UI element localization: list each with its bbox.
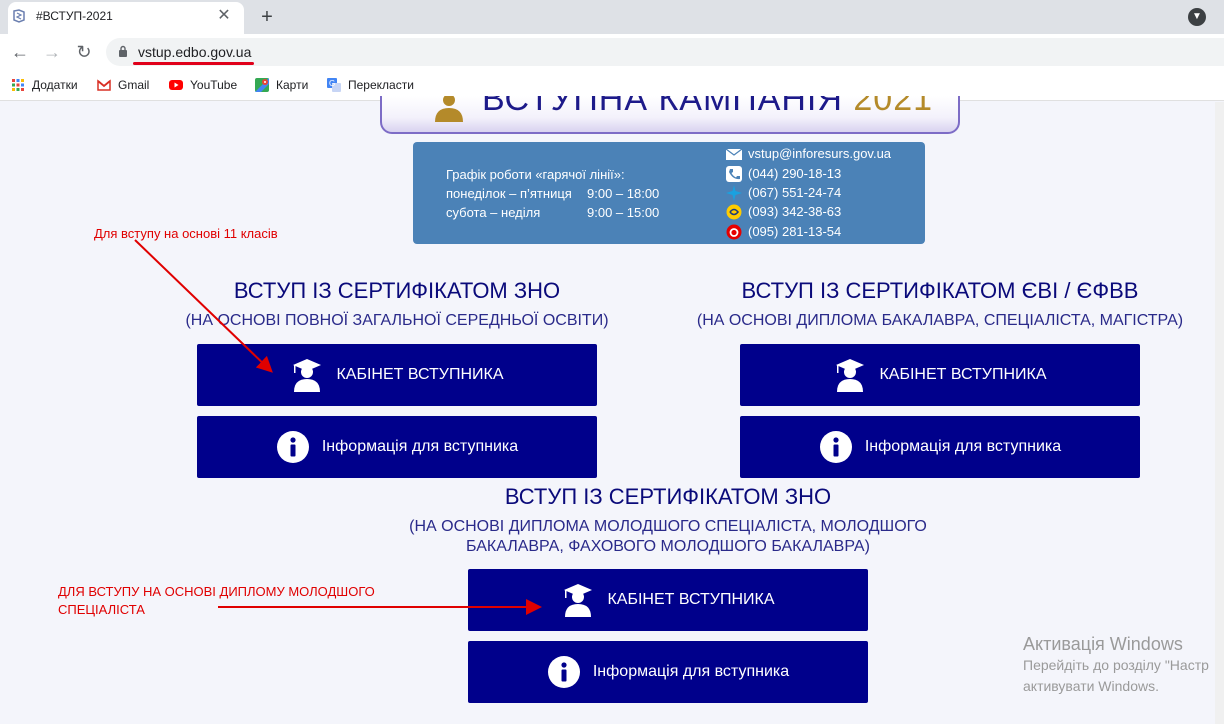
back-icon[interactable]: ← — [8, 40, 32, 64]
apps-grid-icon — [12, 79, 24, 91]
bookmark-label: Карти — [276, 78, 309, 92]
gmail-icon — [97, 79, 111, 91]
annotation-top: Для вступу на основі 11 класів — [94, 226, 278, 241]
section-heading: ВСТУП ІЗ СЕРТИФІКАТОМ ЄВІ / ЄФВВ — [741, 278, 1139, 303]
contact-phone[interactable]: (044) 290-18-13 — [748, 166, 841, 181]
site-favicon — [13, 9, 25, 23]
url-text[interactable]: vstup.edbo.gov.ua — [138, 44, 251, 60]
windows-activation-text: Перейдіть до розділу "Настр — [1023, 657, 1209, 673]
zno-info-button[interactable]: Інформація для вступника — [197, 416, 597, 478]
junior-cabinet-button[interactable]: КАБІНЕТ ВСТУПНИКА — [468, 569, 868, 631]
maps-icon — [255, 78, 269, 92]
address-bar[interactable] — [106, 38, 1224, 66]
section-subheading: (НА ОСНОВІ ДИПЛОМА БАКАЛАВРА, СПЕЦІАЛІСТ… — [696, 312, 1184, 329]
forward-icon[interactable]: → — [40, 40, 64, 64]
bookmark-maps[interactable]: Карти — [255, 76, 308, 94]
section-subheading: (НА ОСНОВІ ПОВНОЇ ЗАГАЛЬНОЇ СЕРЕДНЬОЇ ОС… — [185, 312, 609, 329]
new-tab-button[interactable]: + — [256, 6, 278, 28]
youtube-icon — [169, 80, 183, 90]
hotline-panel: Графік роботи «гарячої лінії»: понеділок… — [413, 142, 925, 244]
contact-vodafone[interactable]: (095) 281-13-54 — [748, 224, 841, 239]
lifecell-icon — [726, 204, 742, 220]
bookmark-label: Gmail — [118, 78, 150, 92]
vodafone-icon — [726, 224, 742, 240]
svg-text:G: G — [329, 79, 335, 88]
info-icon — [819, 431, 852, 463]
lock-icon[interactable] — [118, 45, 128, 57]
contact-lifecell[interactable]: (093) 342-38-63 — [748, 204, 841, 219]
bookmark-label: Перекласти — [348, 78, 414, 92]
info-icon — [547, 656, 580, 688]
bookmark-gmail[interactable]: Gmail — [97, 76, 149, 94]
phone-icon — [726, 166, 742, 182]
bookmark-apps[interactable]: Додатки — [11, 76, 78, 94]
bookmark-label: YouTube — [190, 78, 238, 92]
translate-icon: G — [327, 78, 341, 92]
zno-cabinet-button[interactable]: КАБІНЕТ ВСТУПНИКА — [197, 344, 597, 406]
button-label: Інформація для вступника — [321, 438, 519, 455]
tab-search-icon[interactable]: ▼ — [1188, 8, 1206, 26]
info-icon — [276, 431, 309, 463]
section-subheading: (НА ОСНОВІ ДИПЛОМА МОЛОДШОГО СПЕЦІАЛІСТА… — [409, 518, 927, 535]
button-label: КАБІНЕТ ВСТУПНИКА — [607, 591, 775, 608]
button-label: Інформація для вступника — [592, 663, 790, 680]
tab-title: #ВСТУП-2021 — [36, 9, 113, 23]
banner-title: ВСТУПНА КАМПАНІЯ 2021 — [482, 96, 933, 119]
reload-icon[interactable]: ↻ — [72, 40, 96, 64]
graduate-cap-icon — [564, 584, 593, 617]
hotline-days: субота – неділя — [446, 205, 541, 220]
contact-kyivstar[interactable]: (067) 551-24-74 — [748, 185, 841, 200]
hotline-hours: 9:00 – 15:00 — [587, 205, 660, 220]
graduate-icon — [435, 96, 463, 122]
button-label: КАБІНЕТ ВСТУПНИКА — [879, 366, 1047, 383]
section-subheading: БАКАЛАВРА, ФАХОВОГО МОЛОДШОГО БАКАЛАВРА) — [466, 538, 870, 555]
evi-info-button[interactable]: Інформація для вступника — [740, 416, 1140, 478]
button-label: КАБІНЕТ ВСТУПНИКА — [336, 366, 504, 383]
graduate-cap-icon — [293, 359, 322, 392]
hotline-hours: 9:00 – 18:00 — [587, 186, 660, 201]
graduate-cap-icon — [836, 359, 865, 392]
close-tab-icon[interactable]: ✕ — [214, 6, 234, 26]
bookmark-youtube[interactable]: YouTube — [169, 76, 237, 94]
url-underline-mark — [133, 62, 254, 65]
hotline-title: Графік роботи «гарячої лінії»: — [446, 167, 625, 182]
annotation-bottom: СПЕЦІАЛІСТА — [58, 602, 145, 617]
contact-email[interactable]: vstup@inforesurs.gov.ua — [748, 146, 891, 161]
windows-activation-title: Активація Windows — [1023, 634, 1183, 654]
kyivstar-icon — [726, 185, 742, 201]
junior-info-button[interactable]: Інформація для вступника — [468, 641, 868, 703]
banner-year: 2021 — [853, 96, 934, 118]
hotline-days: понеділок – п’ятниця — [446, 186, 572, 201]
section-heading: ВСТУП ІЗ СЕРТИФІКАТОМ ЗНО — [233, 278, 561, 303]
email-icon — [725, 148, 743, 160]
annotation-bottom: ДЛЯ ВСТУПУ НА ОСНОВІ ДИПЛОМУ МОЛОДШОГО — [58, 584, 375, 599]
page-scrollbar[interactable] — [1215, 102, 1224, 724]
bookmark-translate[interactable]: G Перекласти — [327, 76, 414, 94]
campaign-banner: ВСТУПНА КАМПАНІЯ 2021 — [380, 96, 960, 134]
windows-activation-text: активувати Windows. — [1023, 678, 1159, 694]
button-label: Інформація для вступника — [864, 438, 1062, 455]
bookmark-label: Додатки — [32, 78, 78, 92]
evi-cabinet-button[interactable]: КАБІНЕТ ВСТУПНИКА — [740, 344, 1140, 406]
section-heading: ВСТУП ІЗ СЕРТИФІКАТОМ ЗНО — [504, 484, 832, 509]
